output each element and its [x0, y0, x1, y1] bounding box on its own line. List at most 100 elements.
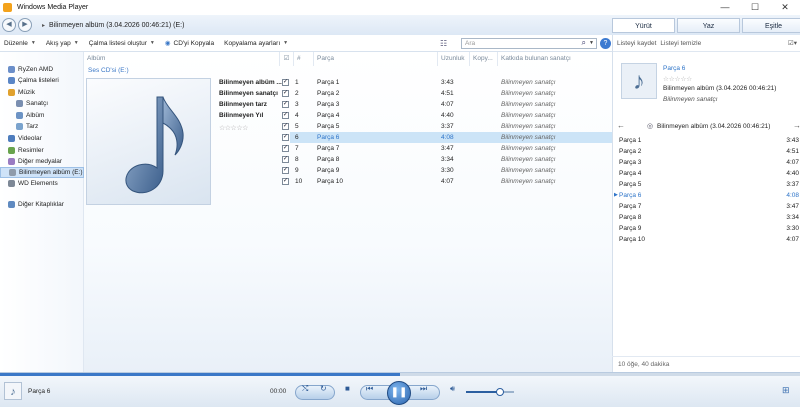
search-input[interactable]: Ara ⌕ ▼	[461, 38, 597, 49]
track-row[interactable]: ✓ 3 Parça 3 4:07 Bilinmeyen sanatçı	[282, 99, 612, 110]
rip-settings-menu[interactable]: Kopyalama ayarları ▼	[224, 40, 288, 47]
sidebar-item[interactable]: Diğer Kitaplıklar	[0, 199, 84, 210]
track-checkbox[interactable]: ✓	[282, 178, 289, 185]
volume-slider[interactable]	[466, 388, 514, 396]
track-checkbox[interactable]: ✓	[282, 145, 289, 152]
album-rating[interactable]: ☆☆☆☆☆	[219, 124, 248, 132]
track-row[interactable]: ✓ 4 Parça 4 4:40 Bilinmeyen sanatçı	[282, 110, 612, 121]
sidebar-item[interactable]: RyZen AMD	[0, 64, 84, 75]
genre-icon	[16, 123, 23, 130]
column-length[interactable]: Uzunluk	[438, 52, 470, 66]
prev-list-icon[interactable]: ←	[617, 121, 625, 130]
playlist-item[interactable]: Parça 9 3:30	[619, 223, 799, 234]
track-row[interactable]: ✓ 2 Parça 2 4:51 Bilinmeyen sanatçı	[282, 88, 612, 99]
save-list-button[interactable]: Listeyi kaydet	[617, 40, 656, 47]
column-rip-status[interactable]: Kopy...	[470, 52, 498, 66]
shuffle-icon[interactable]: ⤭	[302, 384, 308, 394]
track-checkbox[interactable]: ✓	[282, 123, 289, 130]
column-number[interactable]: #	[294, 52, 314, 66]
track-checkbox[interactable]: ✓	[282, 112, 289, 119]
volume-icon[interactable]: 🔊︎	[450, 384, 455, 394]
sidebar-item[interactable]: Diğer medyalar	[0, 156, 84, 167]
seek-bar[interactable]	[0, 373, 800, 376]
playlist-item[interactable]: Parça 1 3:43	[619, 135, 799, 146]
track-number: 2	[295, 90, 299, 97]
track-row[interactable]: ✓ 5 Parça 5 3:37 Bilinmeyen sanatçı	[282, 121, 612, 132]
switch-to-now-playing-icon[interactable]: ⊞	[782, 385, 790, 396]
sidebar-item[interactable]: Sanatçı	[0, 98, 84, 109]
playlist-item-duration: 4:51	[786, 148, 799, 155]
sidebar-item-label: Müzik	[18, 89, 35, 96]
track-row[interactable]: ✓ 6 Parça 6 4:08 Bilinmeyen sanatçı	[282, 132, 612, 143]
stop-icon[interactable]: ■	[345, 384, 350, 393]
track-length: 3:30	[441, 167, 454, 174]
track-checkbox[interactable]: ✓	[282, 134, 289, 141]
sidebar-item[interactable]: Videolar	[0, 133, 84, 144]
track-title: Parça 10	[317, 178, 344, 185]
elapsed-time: 00:00	[270, 388, 287, 395]
close-button[interactable]: ✕	[770, 0, 800, 15]
column-artist[interactable]: Katkıda bulunan sanatçı	[498, 52, 612, 66]
track-row[interactable]: ✓ 7 Parça 7 3:47 Bilinmeyen sanatçı	[282, 143, 612, 154]
previous-icon[interactable]: ⏮	[366, 384, 373, 394]
column-album[interactable]: Albüm	[84, 52, 280, 66]
playlist-item[interactable]: Parça 5 3:37	[619, 179, 799, 190]
playlist-item[interactable]: Parça 2 4:51	[619, 146, 799, 157]
playlist-item[interactable]: Parça 7 3:47	[619, 201, 799, 212]
sidebar-item[interactable]: WD Elements	[0, 178, 84, 189]
playlist-item[interactable]: Parça 8 3:34	[619, 212, 799, 223]
maximize-button[interactable]: ☐	[740, 0, 770, 15]
create-playlist-menu[interactable]: Çalma listesi oluştur ▼	[89, 40, 155, 47]
minimize-button[interactable]: —	[710, 0, 740, 15]
now-playing-rating[interactable]: ☆☆☆☆☆	[663, 75, 692, 83]
playlist-item[interactable]: Parça 4 4:40	[619, 168, 799, 179]
sidebar-item[interactable]: Bilinmeyen albüm (E:)	[0, 167, 84, 178]
sidebar-item[interactable]: Müzik	[0, 87, 84, 98]
now-playing-thumb[interactable]: ♪	[4, 382, 22, 400]
playlist-item-title: Parça 9	[619, 225, 642, 232]
tab-sync[interactable]: Eşitle	[742, 18, 800, 33]
repeat-icon[interactable]: ↻	[320, 384, 327, 393]
track-checkbox[interactable]: ✓	[282, 167, 289, 174]
track-row[interactable]: ✓ 8 Parça 8 3:34 Bilinmeyen sanatçı	[282, 154, 612, 165]
track-artist: Bilinmeyen sanatçı	[501, 156, 556, 163]
forward-button[interactable]: ▶	[18, 18, 32, 32]
track-checkbox[interactable]: ✓	[282, 90, 289, 97]
list-options-icon[interactable]: ☑▾	[788, 39, 797, 47]
organize-menu[interactable]: Düzenle ▼	[4, 40, 36, 47]
track-row[interactable]: ✓ 10 Parça 10 4:07 Bilinmeyen sanatçı	[282, 176, 612, 187]
help-icon[interactable]: ?	[600, 38, 611, 49]
track-artist: Bilinmeyen sanatçı	[501, 90, 556, 97]
next-icon[interactable]: ⏭	[420, 384, 427, 394]
playlist-item-title: Parça 10	[619, 236, 646, 243]
rip-cd-button[interactable]: ◉ CD'yi Kopyala	[165, 39, 214, 48]
column-checkbox[interactable]: ☑	[280, 52, 294, 66]
breadcrumb-text[interactable]: Bilinmeyen albüm (3.04.2026 00:46:21) (E…	[49, 22, 184, 29]
sidebar-item[interactable]: Resimler	[0, 145, 84, 156]
view-options-icon[interactable]: ☷	[440, 39, 447, 48]
next-list-icon[interactable]: →	[793, 121, 800, 130]
track-title: Parça 3	[317, 101, 340, 108]
track-row[interactable]: ✓ 1 Parça 1 3:43 Bilinmeyen sanatçı	[282, 77, 612, 88]
track-checkbox[interactable]: ✓	[282, 79, 289, 86]
stream-menu[interactable]: Akış yap ▼	[46, 40, 79, 47]
playlist-item[interactable]: Parça 3 4:07	[619, 157, 799, 168]
track-checkbox[interactable]: ✓	[282, 156, 289, 163]
track-row[interactable]: ✓ 9 Parça 9 3:30 Bilinmeyen sanatçı	[282, 165, 612, 176]
sidebar-item-label: Çalma listeleri	[18, 77, 59, 84]
tab-burn[interactable]: Yaz	[677, 18, 740, 33]
breadcrumb[interactable]: ▸ Bilinmeyen albüm (3.04.2026 00:46:21) (…	[42, 22, 184, 29]
album-art[interactable]	[86, 78, 211, 205]
sidebar-item[interactable]: Tarz	[0, 121, 84, 132]
playlist-item[interactable]: ▶ Parça 6 4:08	[614, 190, 799, 201]
track-checkbox[interactable]: ✓	[282, 101, 289, 108]
tab-play[interactable]: Yürüt	[612, 18, 675, 33]
sidebar-item[interactable]: Çalma listeleri	[0, 75, 84, 86]
playlist-item[interactable]: Parça 10 4:07	[619, 234, 799, 245]
clear-list-button[interactable]: Listeyi temizle	[660, 40, 701, 47]
now-playing-album: Bilinmeyen albüm (3.04.2026 00:46:21)	[663, 85, 777, 92]
sidebar-item[interactable]: Albüm	[0, 110, 84, 121]
back-button[interactable]: ◀	[2, 18, 16, 32]
pause-button[interactable]: ❚❚	[387, 381, 411, 405]
column-title[interactable]: Parça	[314, 52, 438, 66]
